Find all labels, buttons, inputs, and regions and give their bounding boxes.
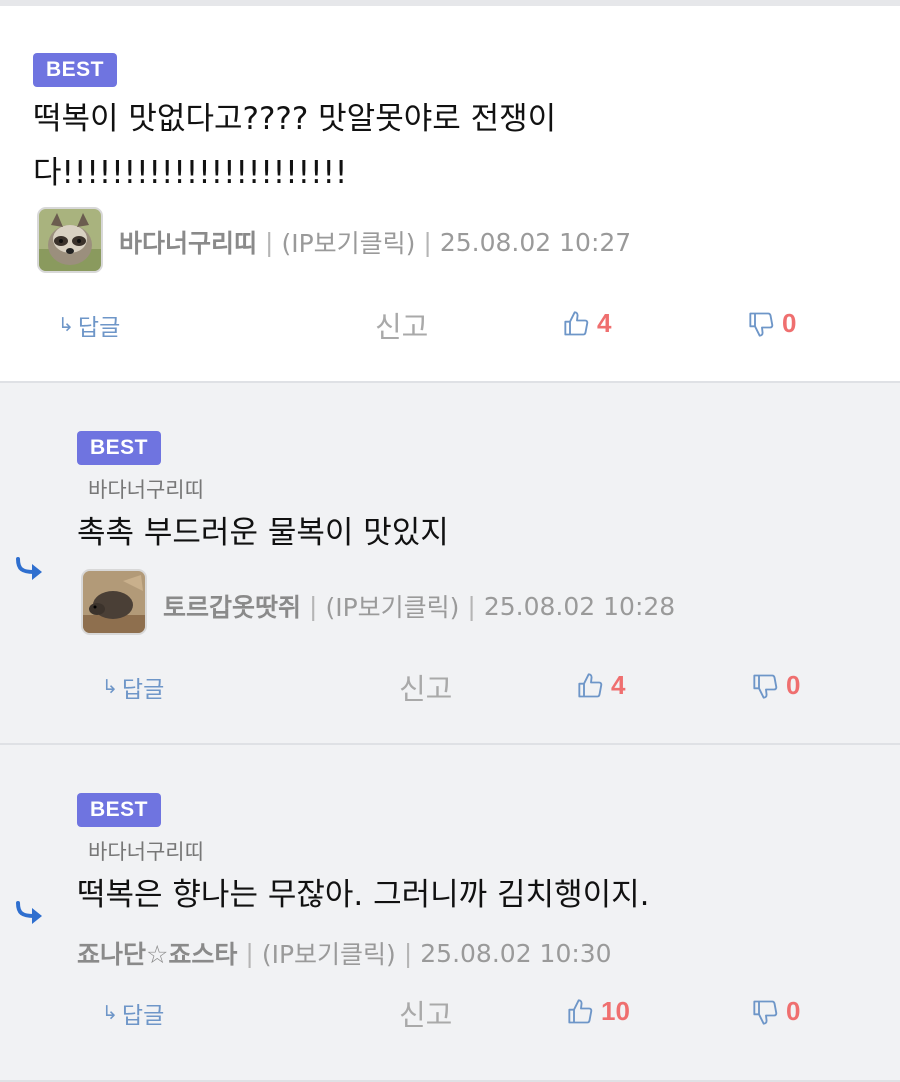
thumbs-down-icon: [753, 1000, 778, 1025]
comment-actions: ↳ 답글 신고 4 0: [0, 304, 900, 344]
raccoon-avatar-image: [39, 209, 101, 271]
reply-arrow-icon: ↳: [102, 1002, 118, 1024]
dislike-button[interactable]: 0: [748, 308, 796, 339]
reply-label: 답글: [121, 677, 165, 703]
reply-button[interactable]: ↳ 답글: [102, 996, 164, 1030]
best-badge: BEST: [77, 431, 162, 465]
best-badge: BEST: [77, 793, 162, 827]
report-button[interactable]: 신고: [399, 666, 452, 708]
dislike-count: 0: [782, 308, 797, 338]
reply-mention[interactable]: 바다너구리띠: [88, 836, 204, 866]
comment-timestamp: 25.08.02 10:30: [420, 938, 612, 968]
comment-actions: ↳ 답글 신고 10 0: [0, 992, 900, 1032]
comment-meta: 바다너구리띠 | (IP보기클릭) | 25.08.02 10:27: [119, 224, 631, 260]
author-nickname[interactable]: 죠나단☆죠스타: [77, 935, 237, 971]
comment-text-line: 떡복이 맛없다고???? 맛알못야로 전쟁이: [33, 101, 557, 137]
meta-separator: |: [265, 227, 274, 257]
avatar[interactable]: [37, 207, 103, 273]
meta-separator: |: [245, 938, 254, 968]
dislike-button[interactable]: 0: [752, 996, 800, 1027]
reply-arrow-icon: ↳: [58, 314, 74, 336]
thumbs-up-icon: [564, 310, 589, 335]
reply-indicator-icon: [16, 901, 42, 924]
report-button[interactable]: 신고: [375, 304, 428, 346]
author-nickname[interactable]: 토르갑옷땃쥐: [163, 588, 301, 624]
ip-view-link[interactable]: (IP보기클릭): [281, 224, 415, 260]
reply-indicator-icon: [16, 557, 42, 580]
like-count: 10: [601, 996, 630, 1026]
comment-text: 떡복은 향나는 무잖아. 그러니까 김치행이지.: [77, 877, 650, 913]
author-nickname[interactable]: 바다너구리띠: [119, 224, 257, 260]
like-button[interactable]: 4: [563, 308, 611, 339]
like-button[interactable]: 4: [577, 670, 625, 701]
meta-separator: |: [403, 938, 413, 968]
dislike-count: 0: [786, 996, 801, 1026]
meta-separator: |: [423, 227, 432, 257]
like-count: 4: [611, 670, 626, 700]
like-button[interactable]: 10: [567, 996, 630, 1027]
like-count: 4: [597, 308, 612, 338]
reply-mention[interactable]: 바다너구리띠: [88, 474, 204, 504]
thumbs-down-icon: [753, 674, 778, 699]
reply-label: 답글: [121, 1003, 165, 1029]
comment-timestamp: 25.08.02 10:28: [483, 591, 676, 621]
comment-text: 떡복이 맛없다고???? 맛알못야로 전쟁이 다!!!!!!!!!!!!!!!!…: [33, 92, 556, 200]
shrew-avatar-image: [83, 571, 145, 633]
meta-separator: |: [467, 591, 476, 621]
comment-item: BEST 떡복이 맛없다고???? 맛알못야로 전쟁이 다!!!!!!!!!!!…: [0, 6, 900, 383]
thumbs-up-icon: [568, 998, 593, 1023]
comment-text-line: 다!!!!!!!!!!!!!!!!!!!!!!!: [33, 155, 348, 191]
comment-timestamp: 25.08.02 10:27: [439, 227, 632, 257]
ip-view-link[interactable]: (IP보기클릭): [262, 935, 396, 971]
reply-comment-item: BEST 바다너구리띠 촉촉 부드러운 물복이 맛있지 토르갑옷땃쥐 | (IP…: [0, 383, 900, 745]
comment-actions: ↳ 답글 신고 4 0: [0, 666, 900, 706]
comment-meta: 죠나단☆죠스타 | (IP보기클릭) | 25.08.02 10:30: [77, 935, 612, 971]
reply-button[interactable]: ↳ 답글: [102, 670, 164, 704]
dislike-count: 0: [786, 670, 801, 700]
ip-view-link[interactable]: (IP보기클릭): [325, 588, 459, 624]
report-button[interactable]: 신고: [399, 992, 452, 1034]
thumbs-up-icon: [578, 672, 603, 697]
reply-button[interactable]: ↳ 답글: [58, 308, 120, 342]
meta-separator: |: [309, 591, 318, 621]
comment-text: 촉촉 부드러운 물복이 맛있지: [77, 515, 449, 551]
reply-comment-item: BEST 바다너구리띠 떡복은 향나는 무잖아. 그러니까 김치행이지. 죠나단…: [0, 745, 900, 1082]
dislike-button[interactable]: 0: [752, 670, 800, 701]
best-badge: BEST: [33, 53, 118, 87]
thumbs-down-icon: [749, 312, 774, 337]
reply-label: 답글: [77, 315, 121, 341]
avatar[interactable]: [81, 569, 147, 635]
comment-meta: 토르갑옷땃쥐 | (IP보기클릭) | 25.08.02 10:28: [163, 588, 675, 624]
reply-arrow-icon: ↳: [102, 676, 118, 698]
